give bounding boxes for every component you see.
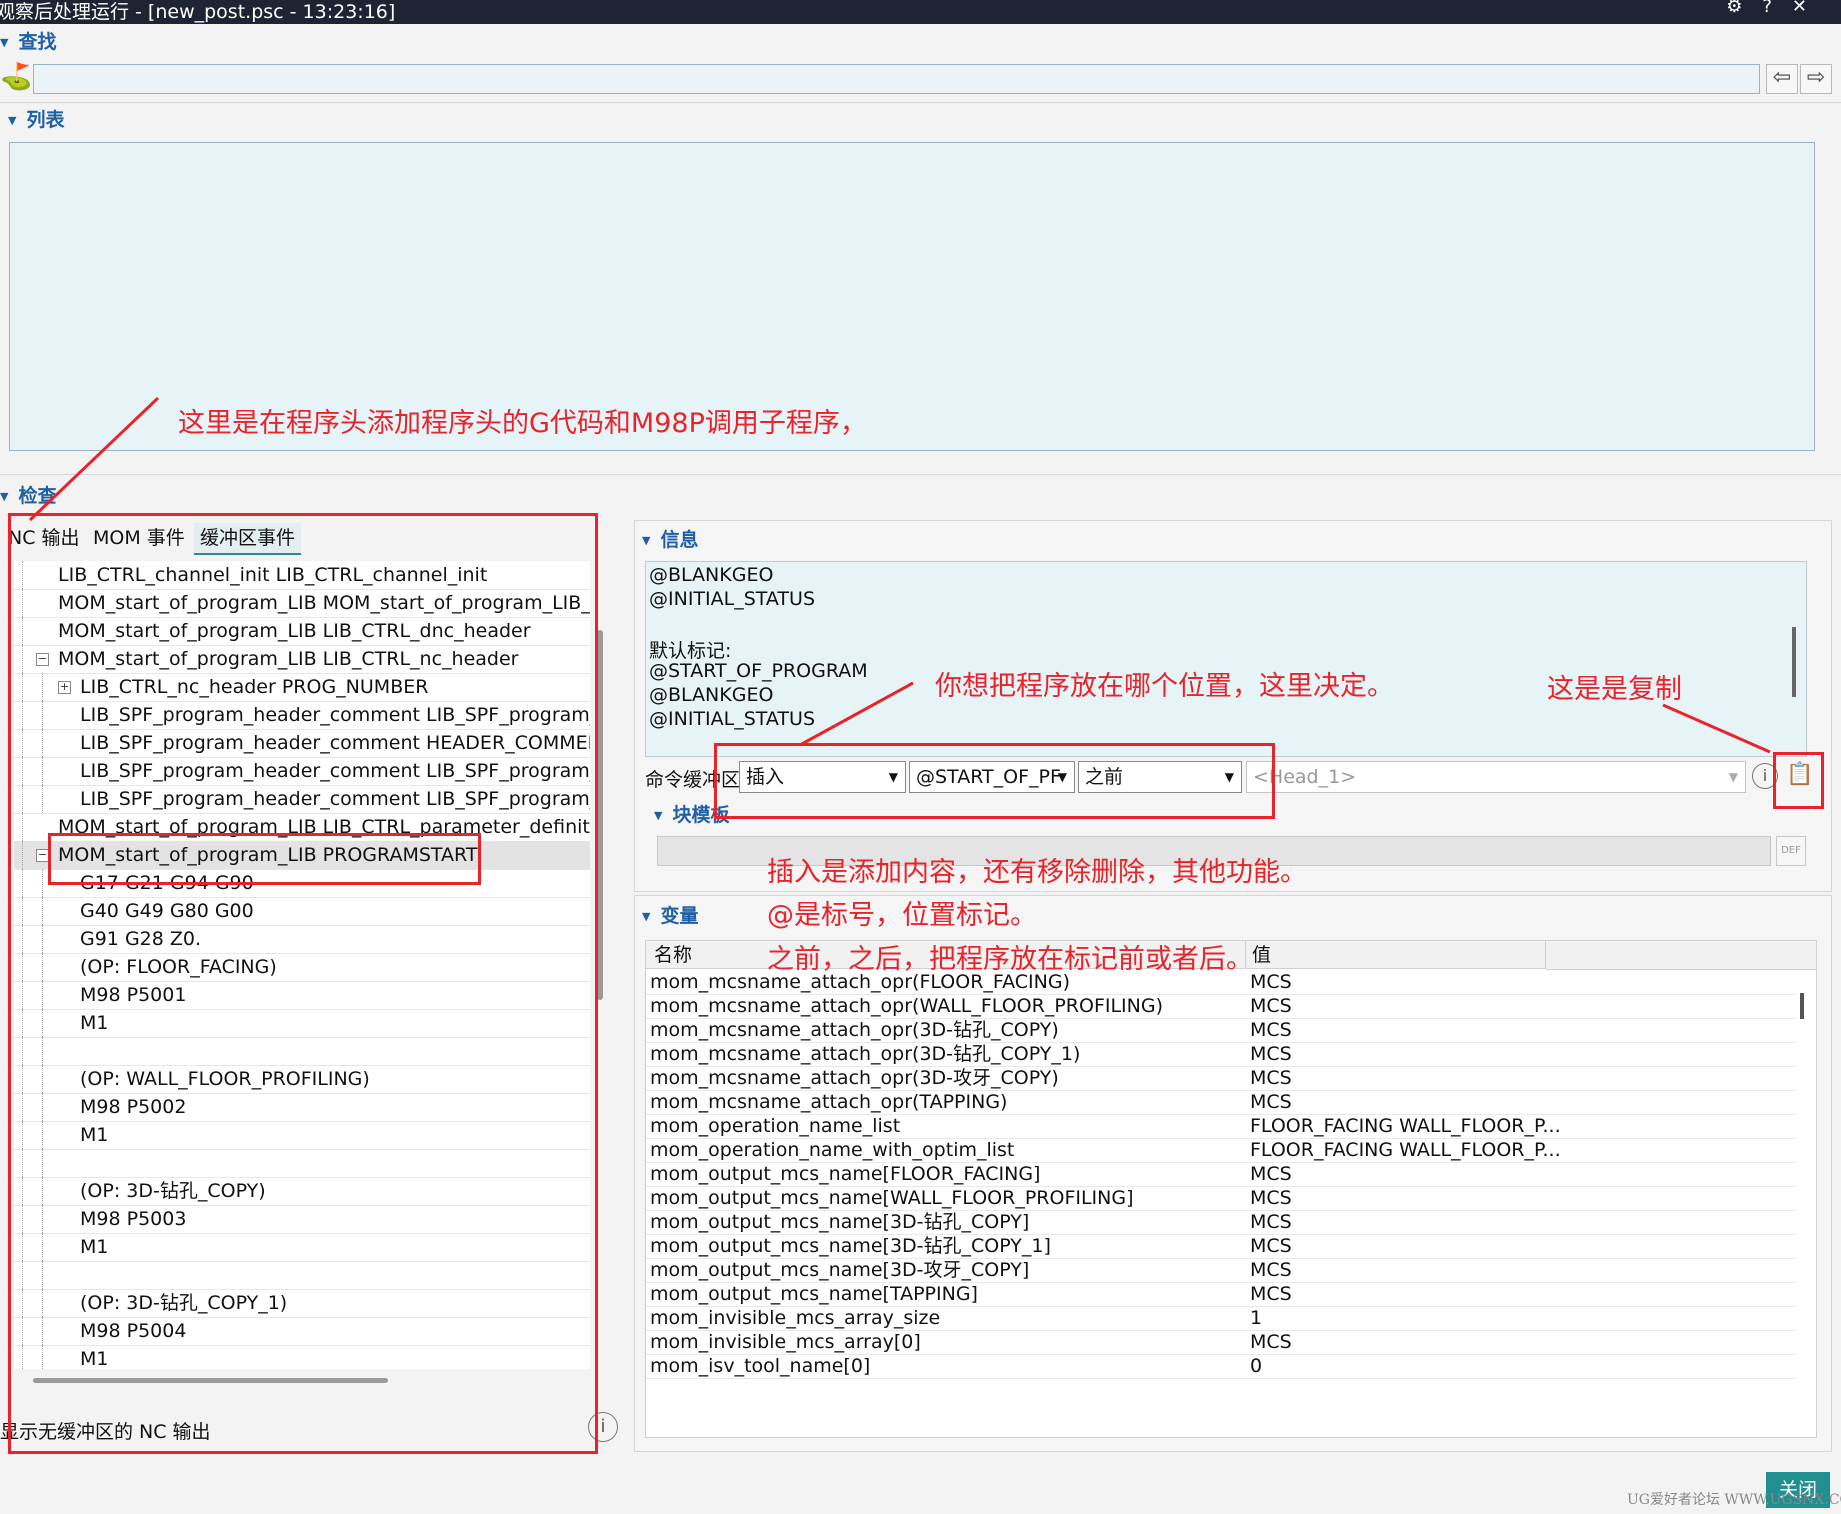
- annotation-arrow: [28, 396, 160, 522]
- watermark: UG爱好者论坛 WWW.UGSNX.COM: [1627, 1492, 1841, 1508]
- annotation-text: @是标号，位置标记。: [767, 900, 1037, 931]
- annotation-text: 插入是添加内容，还有移除删除，其他功能。: [767, 857, 1307, 888]
- annotation-text: 之前，之后，把程序放在标记前或者后。: [767, 944, 1253, 975]
- annotation-arrow: [1662, 703, 1771, 754]
- annotation-arrow: [799, 681, 914, 747]
- annotation-text: 你想把程序放在哪个位置，这里决定。: [935, 671, 1394, 702]
- annotation-text: 这是是复制: [1547, 674, 1682, 705]
- annotation-text: 这里是在程序头添加程序头的G代码和M98P调用子程序，: [178, 408, 867, 439]
- annotation-arrows: [28, 396, 1771, 754]
